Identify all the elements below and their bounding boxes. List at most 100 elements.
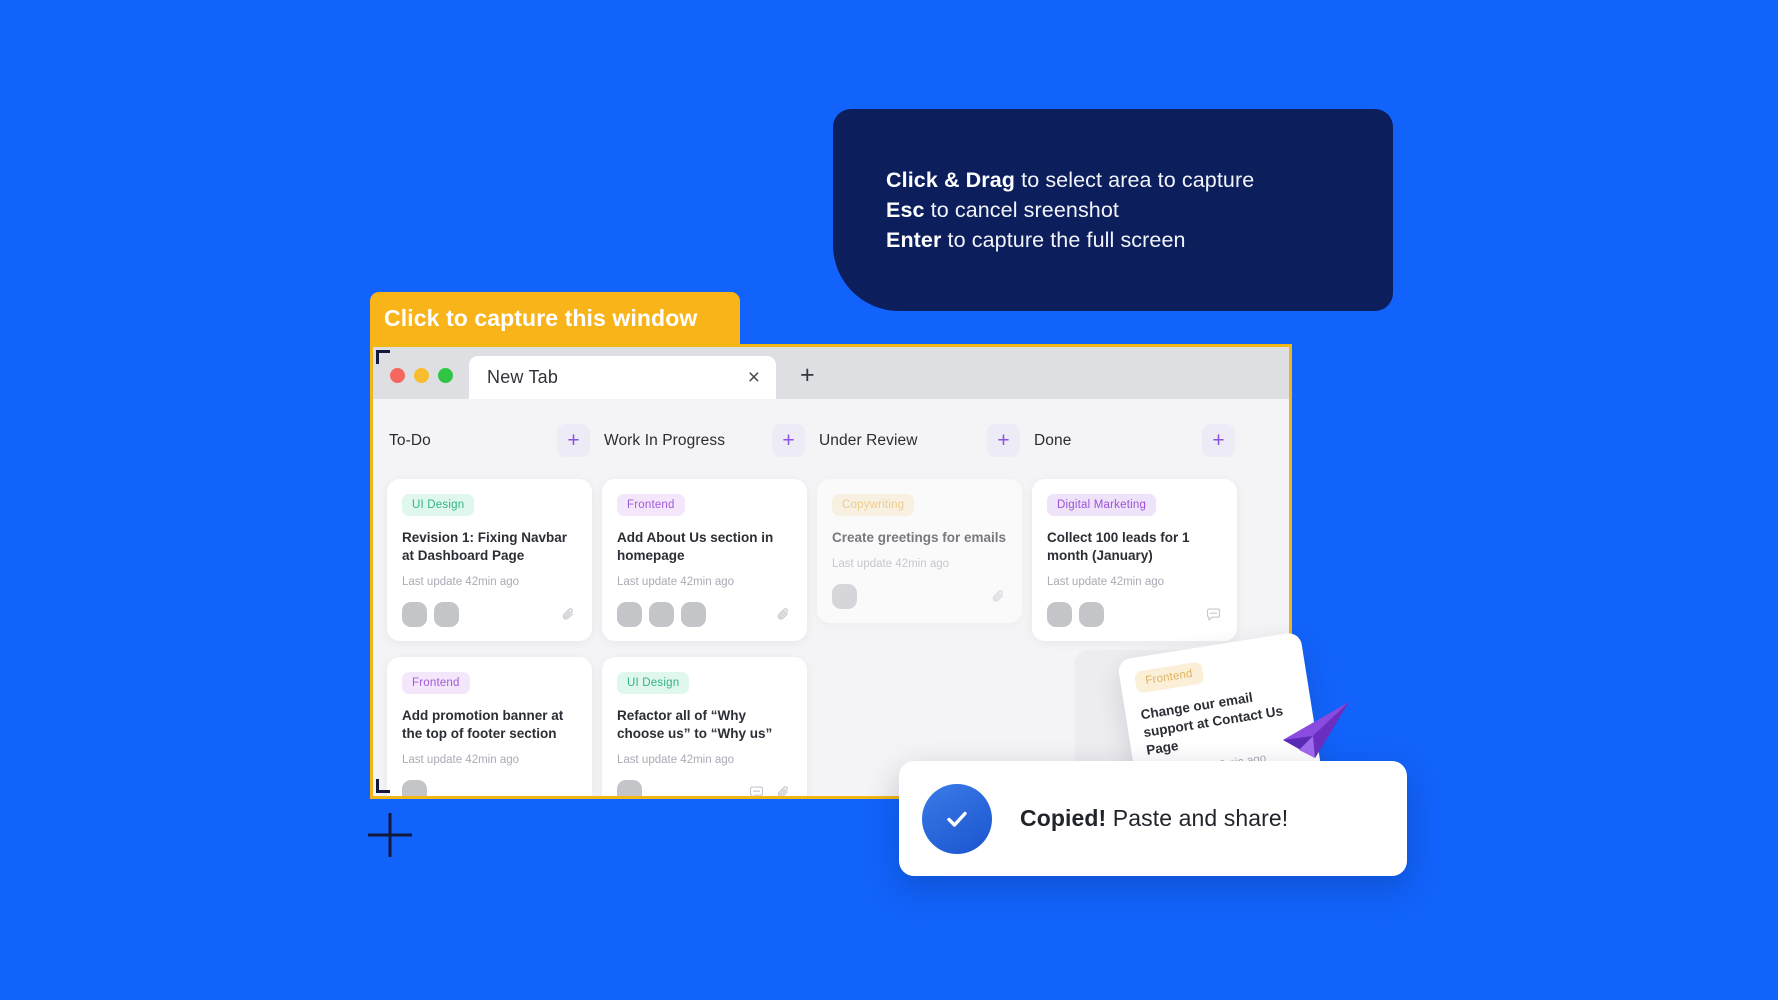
comment-icon[interactable] xyxy=(1205,606,1222,623)
card-icons xyxy=(560,606,577,623)
card-icons xyxy=(748,784,792,796)
kanban-column: Under Review + Copywriting Create greetings… xyxy=(817,399,1022,796)
attachment-icon[interactable] xyxy=(775,784,792,796)
card-meta: Last update 42min ago xyxy=(402,753,520,766)
avatar xyxy=(1079,602,1104,628)
kanban-card[interactable]: UI Design Revision 1: Fixing Navbar at Da… xyxy=(387,479,592,641)
instructions-list: Click & Drag to select area to capture E… xyxy=(833,165,1254,255)
instruction-line-click-drag: Click & Drag to select area to capture xyxy=(886,165,1254,195)
instruction-text-click-drag: to select area to capture xyxy=(1015,168,1255,192)
browser-tab-title: New Tab xyxy=(487,367,559,387)
comment-icon[interactable] xyxy=(748,784,765,796)
card-meta: Last update 42min ago xyxy=(617,575,735,588)
card-footer xyxy=(617,780,792,796)
capture-window-label: Click to capture this window xyxy=(384,304,698,331)
card-tag: UI Design xyxy=(617,671,690,694)
attachment-icon[interactable] xyxy=(775,606,792,623)
add-card-button[interactable]: + xyxy=(1202,424,1235,457)
card-title: Create greetings for emails xyxy=(832,530,1007,545)
avatar xyxy=(681,602,706,628)
card-tag: Copywriting xyxy=(832,494,915,516)
card-footer xyxy=(832,584,1007,610)
close-window-dot[interactable] xyxy=(390,368,405,383)
card-footer xyxy=(617,602,792,628)
card-avatars xyxy=(832,584,857,610)
add-card-button[interactable]: + xyxy=(987,424,1020,457)
instruction-line-esc: Esc to cancel sreenshot xyxy=(886,195,1254,225)
kanban-column-header: Work In Progress + xyxy=(602,424,807,457)
card-footer xyxy=(402,780,577,796)
card-avatars xyxy=(617,602,706,628)
toast-message-bold: Copied! xyxy=(1020,805,1107,831)
kanban-column-header: Done + xyxy=(1032,424,1237,457)
card-avatars xyxy=(1047,602,1104,628)
copied-toast: Copied! Paste and share! xyxy=(899,761,1407,876)
toast-message-rest: Paste and share! xyxy=(1106,805,1289,831)
card-avatars xyxy=(617,780,642,796)
kanban-card[interactable]: Frontend Add About Us section in homepage… xyxy=(602,479,807,641)
instruction-text-enter: to capture the full screen xyxy=(941,228,1186,252)
kanban-column-header: Under Review + xyxy=(817,424,1022,457)
instruction-line-enter: Enter to capture the full screen xyxy=(886,225,1254,255)
instruction-key-click-drag: Click & Drag xyxy=(886,168,1016,192)
new-tab-icon[interactable]: + xyxy=(776,363,815,399)
toast-message: Copied! Paste and share! xyxy=(1020,805,1288,832)
capture-window-banner[interactable]: Click to capture this window xyxy=(370,292,740,344)
card-footer xyxy=(1047,602,1222,628)
instruction-key-enter: Enter xyxy=(886,228,942,252)
kanban-column-header: To-Do + xyxy=(387,424,592,457)
kanban-card[interactable]: Frontend Add promotion banner at the top … xyxy=(387,656,592,796)
card-tag: Frontend xyxy=(402,671,470,694)
window-traffic-lights xyxy=(373,368,469,399)
avatar xyxy=(832,584,857,610)
screenshot-overlay-stage: Click & Drag to select area to capture E… xyxy=(0,0,1778,1000)
avatar xyxy=(1047,602,1072,628)
kanban-column: To-Do + UI Design Revision 1: Fixing Navbar… xyxy=(387,399,592,796)
card-meta: Last update 42min ago xyxy=(402,575,520,588)
minimize-window-dot[interactable] xyxy=(414,368,429,383)
card-tag: Digital Marketing xyxy=(1047,494,1157,516)
avatar xyxy=(649,602,674,628)
card-meta: Last update 42min ago xyxy=(1047,575,1165,588)
attachment-icon[interactable] xyxy=(560,606,577,623)
maximize-window-dot[interactable] xyxy=(438,368,453,383)
add-card-button[interactable]: + xyxy=(557,424,590,457)
avatar xyxy=(617,780,642,796)
kanban-column-title: Work In Progress xyxy=(604,431,726,449)
instructions-tooltip: Click & Drag to select area to capture E… xyxy=(833,109,1393,311)
card-title: Add About Us section in homepage xyxy=(617,530,774,563)
card-title: Revision 1: Fixing Navbar at Dashboard P… xyxy=(402,530,568,563)
card-tag: UI Design xyxy=(402,494,475,516)
dragged-card-tag: Frontend xyxy=(1133,661,1205,694)
avatar xyxy=(617,602,642,628)
kanban-column-title: Under Review xyxy=(819,431,918,449)
crosshair-cursor-icon xyxy=(367,812,413,863)
kanban-column: Work In Progress + Frontend Add About Us se… xyxy=(602,399,807,796)
card-tag: Frontend xyxy=(617,494,685,516)
instruction-key-esc: Esc xyxy=(886,198,925,222)
check-icon xyxy=(922,783,992,854)
kanban-card[interactable]: Digital Marketing Collect 100 leads for 1… xyxy=(1032,479,1237,641)
avatar xyxy=(434,602,459,628)
card-meta: Last update 42min ago xyxy=(617,753,735,766)
instruction-text-esc: to cancel sreenshot xyxy=(924,198,1119,222)
attachment-icon[interactable] xyxy=(990,588,1007,605)
avatar xyxy=(402,602,427,628)
card-title: Add promotion banner at the top of foote… xyxy=(402,707,564,741)
card-icons xyxy=(990,588,1007,605)
card-meta: Last update 42min ago xyxy=(832,557,950,570)
close-tab-icon[interactable]: × xyxy=(748,367,760,388)
add-card-button[interactable]: + xyxy=(772,424,805,457)
kanban-column-title: Done xyxy=(1034,431,1072,449)
browser-tab[interactable]: New Tab × xyxy=(469,356,776,399)
kanban-card[interactable]: Copywriting Create greetings for emails La… xyxy=(817,479,1022,623)
selection-corner-top-left xyxy=(376,350,390,364)
card-title: Collect 100 leads for 1 month (January) xyxy=(1047,530,1190,563)
card-avatars xyxy=(402,602,459,628)
card-icons xyxy=(1205,606,1222,623)
kanban-column-title: To-Do xyxy=(389,431,431,449)
kanban-card[interactable]: UI Design Refactor all of “Why choose us”… xyxy=(602,656,807,796)
card-title: Refactor all of “Why choose us” to “Why … xyxy=(617,707,773,741)
card-avatars xyxy=(402,780,427,796)
card-icons xyxy=(775,606,792,623)
